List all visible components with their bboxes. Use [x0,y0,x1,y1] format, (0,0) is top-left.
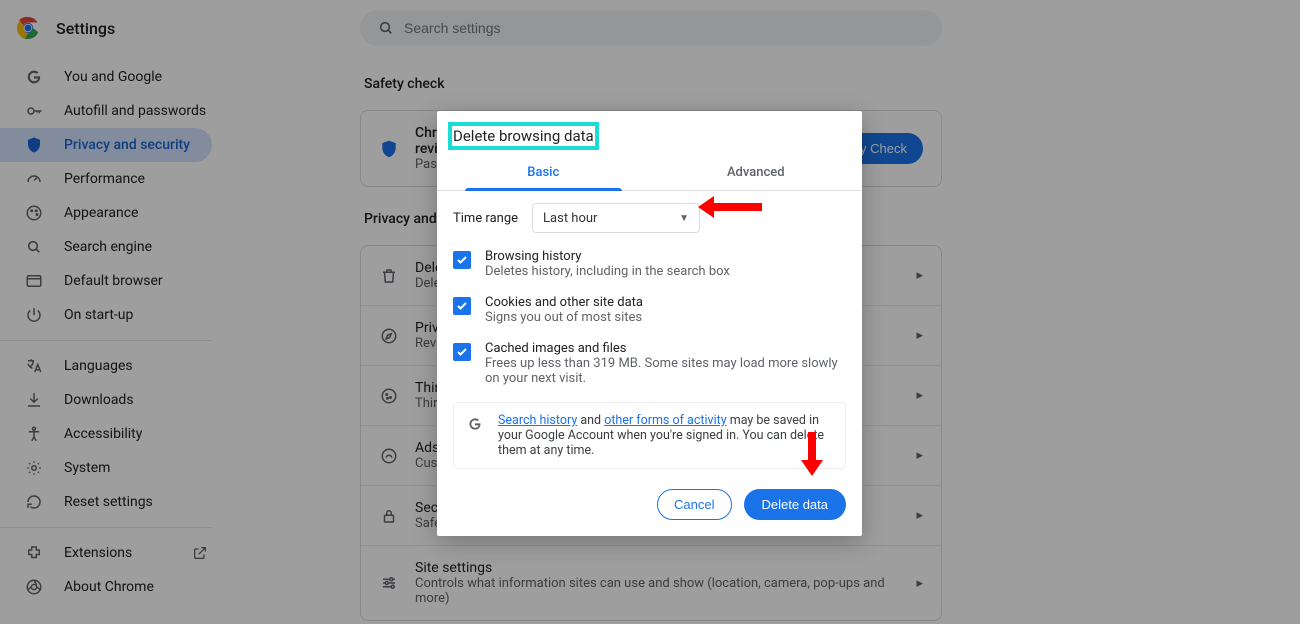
annotation-arrow-time-range [712,203,762,211]
option-browsing-history: Browsing historyDeletes history, includi… [453,243,846,289]
dialog-tabs: Basic Advanced [437,155,862,191]
option-cached: Cached images and filesFrees up less tha… [453,335,846,396]
option-title: Cached images and files [485,341,846,356]
time-range-label: Time range [453,211,518,226]
chevron-down-icon: ▼ [679,213,689,224]
option-desc: Deletes history, including in the search… [485,264,730,279]
info-text: Search history and other forms of activi… [498,413,833,458]
delete-browsing-data-dialog: Delete browsing data Basic Advanced Time… [437,111,862,536]
google-g-icon [466,415,484,433]
time-range-value: Last hour [543,211,597,226]
option-desc: Frees up less than 319 MB. Some sites ma… [485,356,846,386]
google-account-info: Search history and other forms of activi… [453,402,846,469]
tab-basic[interactable]: Basic [437,155,650,190]
option-title: Browsing history [485,249,730,264]
option-title: Cookies and other site data [485,295,643,310]
checkbox-cookies[interactable] [453,297,471,315]
option-desc: Signs you out of most sites [485,310,643,325]
dialog-title: Delete browsing data [453,127,594,145]
checkbox-cached[interactable] [453,343,471,361]
annotation-arrow-delete-button [808,432,816,462]
option-cookies: Cookies and other site dataSigns you out… [453,289,846,335]
link-search-history[interactable]: Search history [498,413,577,428]
delete-data-button[interactable]: Delete data [744,489,847,520]
tab-advanced[interactable]: Advanced [650,155,863,190]
link-other-activity[interactable]: other forms of activity [604,413,726,428]
time-range-select[interactable]: Last hour ▼ [532,203,700,233]
cancel-button[interactable]: Cancel [657,489,731,520]
checkbox-browsing-history[interactable] [453,251,471,269]
